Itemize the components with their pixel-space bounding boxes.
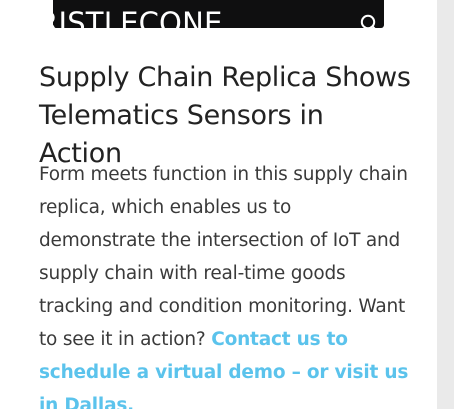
hamburger-menu-icon [397,17,419,31]
page-card: BRISTLECONE Supply Chain Replica Shows T… [0,0,437,409]
article-body-text: Form meets function in this supply chain… [39,164,408,350]
bristlecone-logo[interactable]: BRISTLECONE [18,5,223,41]
menu-button[interactable] [396,12,420,36]
search-icon [360,14,380,34]
article-title: Supply Chain Replica Shows Telematics Se… [39,62,411,169]
article-body: Form meets function in this supply chain… [39,158,411,409]
search-button[interactable] [358,12,382,36]
